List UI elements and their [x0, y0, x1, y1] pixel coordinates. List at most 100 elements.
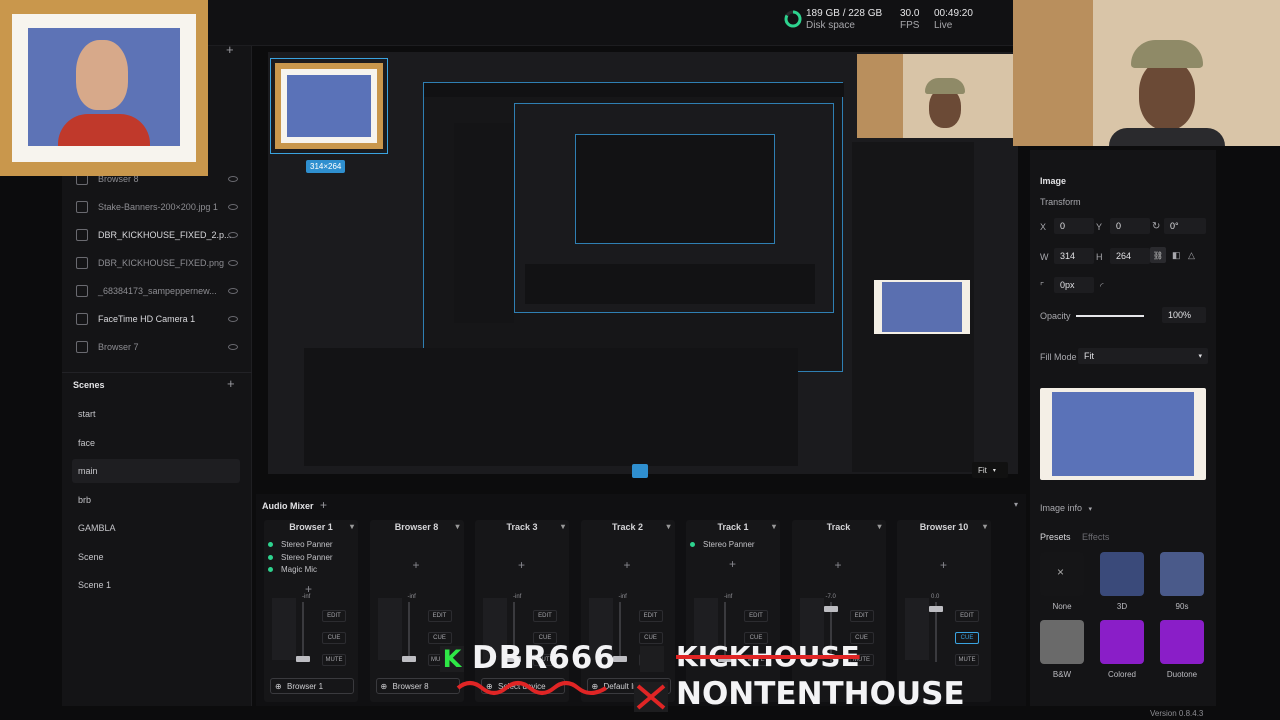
y-input[interactable]: 0 [1110, 218, 1150, 234]
scene-item-scene-1[interactable]: Scene 1 [72, 573, 240, 597]
selected-image-outline[interactable] [270, 58, 388, 154]
scene-item-gambla[interactable]: GAMBLA [72, 516, 240, 540]
eye-icon[interactable] [228, 344, 238, 350]
canvas-fit-dropdown[interactable]: Fit ▾ [972, 462, 1008, 478]
preset-tile[interactable] [1040, 620, 1084, 664]
track-name[interactable]: Track ▾ [792, 522, 886, 536]
scene-item-scene[interactable]: Scene [72, 545, 240, 569]
fader-knob[interactable] [929, 606, 943, 612]
preset-tile[interactable] [1160, 552, 1204, 596]
flip-horizontal-icon[interactable]: ◧ [1172, 250, 1181, 261]
tab-effects[interactable]: Effects [1082, 532, 1109, 542]
track-name[interactable]: Browser 10 ▾ [897, 522, 991, 536]
track-filter[interactable]: Magic Mic [268, 565, 317, 574]
eye-icon[interactable] [228, 176, 238, 182]
rotation-input[interactable]: 0° [1164, 218, 1206, 234]
add-scene-icon[interactable]: + [227, 376, 235, 391]
add-track-icon[interactable]: + [320, 498, 327, 512]
track-cue-button[interactable]: CUE [955, 632, 979, 644]
collapse-mixer-icon[interactable]: ▾ [1014, 500, 1018, 509]
track-name[interactable]: Browser 1 ▾ [264, 522, 358, 536]
source-item[interactable]: DBR_KICKHOUSE_FIXED.png [76, 252, 246, 274]
scene-item-start[interactable]: start [72, 402, 240, 426]
x-label: X [1040, 222, 1047, 232]
eye-icon[interactable] [228, 204, 238, 210]
add-filter-icon[interactable]: + [413, 558, 420, 572]
eye-icon[interactable] [228, 288, 238, 294]
add-filter-icon[interactable]: + [835, 558, 842, 572]
opacity-input[interactable]: 100% [1162, 307, 1206, 323]
track-filter[interactable]: Stereo Panner [268, 540, 333, 549]
track-name[interactable]: Browser 8 ▾ [370, 522, 464, 536]
source-item[interactable]: Stake-Banners-200×200.jpg 1 [76, 196, 246, 218]
eye-icon[interactable] [228, 316, 238, 322]
track-edit-button[interactable]: EDIT [427, 610, 452, 622]
radius-input[interactable]: 0px [1054, 277, 1094, 293]
scene-item-brb[interactable]: brb [72, 488, 240, 512]
track-cue-button[interactable]: CUE [322, 632, 346, 644]
track-edit-button[interactable]: EDIT [849, 610, 874, 622]
chevron-down-icon[interactable]: ▾ [772, 522, 776, 531]
add-source-icon[interactable]: + [226, 42, 234, 57]
eye-icon[interactable] [228, 232, 238, 238]
chevron-down-icon[interactable]: ▾ [983, 522, 987, 531]
fill-mode-label: Fill Mode [1040, 352, 1077, 362]
track-edit-button[interactable]: EDIT [744, 610, 768, 622]
track-filter[interactable]: Stereo Panner [268, 553, 333, 562]
track-name[interactable]: Track 2 ▾ [581, 522, 675, 536]
volume-fader[interactable] [618, 602, 621, 662]
source-item[interactable]: DBR_KICKHOUSE_FIXED_2.p... [76, 224, 246, 246]
add-filter-icon[interactable]: + [729, 557, 736, 571]
track-name[interactable]: Track 1 ▾ [686, 522, 780, 536]
nested-preview-2 [514, 103, 834, 313]
preset-tile[interactable]: × [1040, 552, 1084, 596]
chevron-down-icon[interactable]: ▾ [350, 522, 354, 531]
image-info-toggle[interactable]: Image info ▾ [1040, 503, 1092, 513]
add-filter-icon[interactable]: + [940, 558, 947, 572]
add-filter-icon[interactable]: + [518, 558, 525, 572]
eye-icon[interactable] [228, 260, 238, 266]
track-filter[interactable]: Stereo Panner [690, 540, 755, 549]
device-select[interactable]: ⊕ Browser 1 [270, 678, 354, 694]
source-item-label: Stake-Banners-200×200.jpg 1 [98, 202, 218, 212]
link-aspect-icon[interactable]: ⛓ [1150, 247, 1166, 263]
device-select[interactable]: ⊕ Browser 8 [375, 678, 460, 694]
track-edit-button[interactable]: EDIT [638, 610, 663, 622]
track-name[interactable]: Track 3 ▾ [475, 522, 569, 536]
corner-style-icon[interactable]: ◜ [1100, 281, 1104, 292]
opacity-slider[interactable] [1076, 315, 1144, 317]
chevron-down-icon[interactable]: ▾ [561, 522, 565, 531]
preset-tile[interactable] [1160, 620, 1204, 664]
crop-handle-icon[interactable] [632, 464, 648, 478]
fader-knob[interactable] [823, 606, 838, 612]
scene-item-main[interactable]: main [72, 459, 240, 483]
source-item[interactable]: _68384173_sampeppernew... [76, 280, 246, 302]
track-edit-button[interactable]: EDIT [533, 610, 557, 622]
tab-presets[interactable]: Presets [1040, 532, 1071, 542]
source-item[interactable]: FaceTime HD Camera 1 [76, 308, 246, 330]
track-cue-button[interactable]: CUE [427, 632, 452, 644]
track-mute-button[interactable]: MUTE [322, 654, 346, 666]
volume-fader[interactable] [407, 602, 410, 662]
webcam-feed-nested [857, 54, 1013, 138]
source-item[interactable]: Browser 7 [76, 336, 246, 358]
scene-item-face[interactable]: face [72, 431, 240, 455]
chevron-down-icon[interactable]: ▾ [666, 522, 670, 531]
track-edit-button[interactable]: EDIT [955, 610, 979, 622]
track-mute-button[interactable]: MUTE [955, 654, 979, 666]
fader-knob[interactable] [296, 656, 310, 662]
width-input[interactable]: 314 [1054, 248, 1094, 264]
flip-vertical-icon[interactable]: △ [1188, 250, 1195, 261]
x-input[interactable]: 0 [1054, 218, 1094, 234]
track-cue-button[interactable]: CUE [638, 632, 663, 644]
add-filter-icon[interactable]: + [624, 558, 631, 572]
track-edit-button[interactable]: EDIT [322, 610, 346, 622]
chevron-down-icon[interactable]: ▾ [455, 522, 459, 531]
height-input[interactable]: 264 [1110, 248, 1150, 264]
chevron-down-icon[interactable]: ▾ [877, 522, 881, 531]
preset-tile[interactable] [1100, 552, 1144, 596]
preset-tile[interactable] [1100, 620, 1144, 664]
fader-knob[interactable] [401, 656, 416, 662]
fill-mode-select[interactable]: Fit ▾ [1078, 348, 1208, 364]
volume-fader[interactable] [302, 602, 304, 662]
